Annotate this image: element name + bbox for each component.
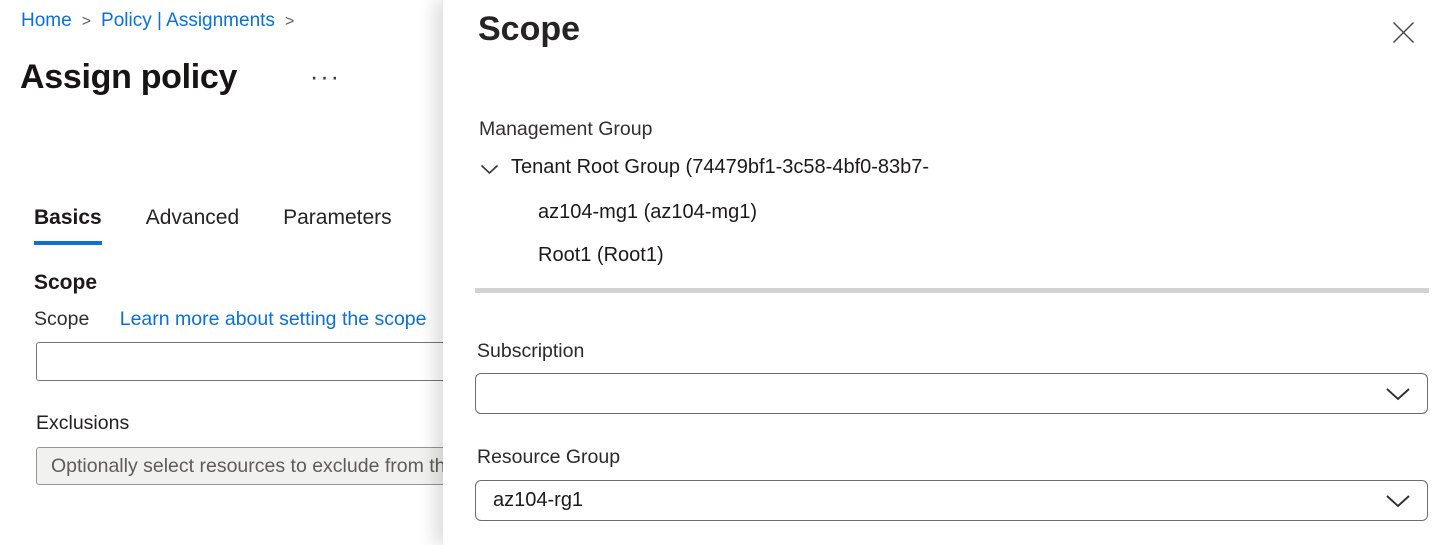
breadcrumb-link-policy-assignments[interactable]: Policy | Assignments	[101, 10, 275, 32]
close-icon	[1392, 21, 1415, 44]
more-actions-icon[interactable]: ···	[310, 63, 341, 92]
page-title: Assign policy	[20, 58, 237, 97]
scope-section-heading: Scope	[34, 271, 97, 295]
tab-advanced[interactable]: Advanced	[146, 206, 239, 245]
tab-basics[interactable]: Basics	[34, 206, 102, 245]
management-group-label: Management Group	[479, 118, 652, 141]
panel-title: Scope	[478, 10, 580, 49]
section-divider	[475, 288, 1429, 293]
chevron-down-icon[interactable]	[480, 161, 499, 175]
chevron-right-icon: >	[285, 11, 294, 31]
tree-item-label: Root1 (Root1)	[538, 244, 664, 266]
exclusions-label: Exclusions	[36, 412, 129, 435]
tree-item-root1[interactable]: Root1 (Root1)	[538, 244, 664, 267]
chevron-right-icon: >	[82, 11, 91, 31]
scope-panel: Scope Management Group Tenant Root Group…	[443, 0, 1439, 545]
tab-parameters[interactable]: Parameters	[283, 206, 392, 245]
chevron-down-icon	[1385, 494, 1411, 508]
tree-item-label: Tenant Root Group (74479bf1-3c58-4bf0-83…	[511, 156, 929, 179]
scope-field-label: Scope	[34, 308, 89, 330]
chevron-down-icon	[1385, 387, 1411, 401]
resource-group-dropdown-value: az104-rg1	[493, 489, 583, 512]
tab-bar: Basics Advanced Parameters	[34, 206, 392, 245]
close-button[interactable]	[1387, 16, 1419, 48]
subscription-label: Subscription	[477, 340, 584, 363]
resource-group-label: Resource Group	[477, 446, 620, 469]
scope-field-row: Scope Learn more about setting the scope	[34, 308, 427, 331]
tree-item-label: az104-mg1 (az104-mg1)	[538, 201, 757, 223]
resource-group-dropdown[interactable]: az104-rg1	[475, 480, 1428, 521]
tree-item-tenant-root-group[interactable]: Tenant Root Group (74479bf1-3c58-4bf0-83…	[480, 156, 929, 179]
learn-more-link[interactable]: Learn more about setting the scope	[120, 308, 427, 330]
subscription-dropdown[interactable]	[475, 373, 1428, 414]
breadcrumb-link-home[interactable]: Home	[21, 10, 72, 32]
tree-item-az104-mg1[interactable]: az104-mg1 (az104-mg1)	[538, 201, 757, 224]
breadcrumb: Home > Policy | Assignments >	[21, 10, 294, 32]
